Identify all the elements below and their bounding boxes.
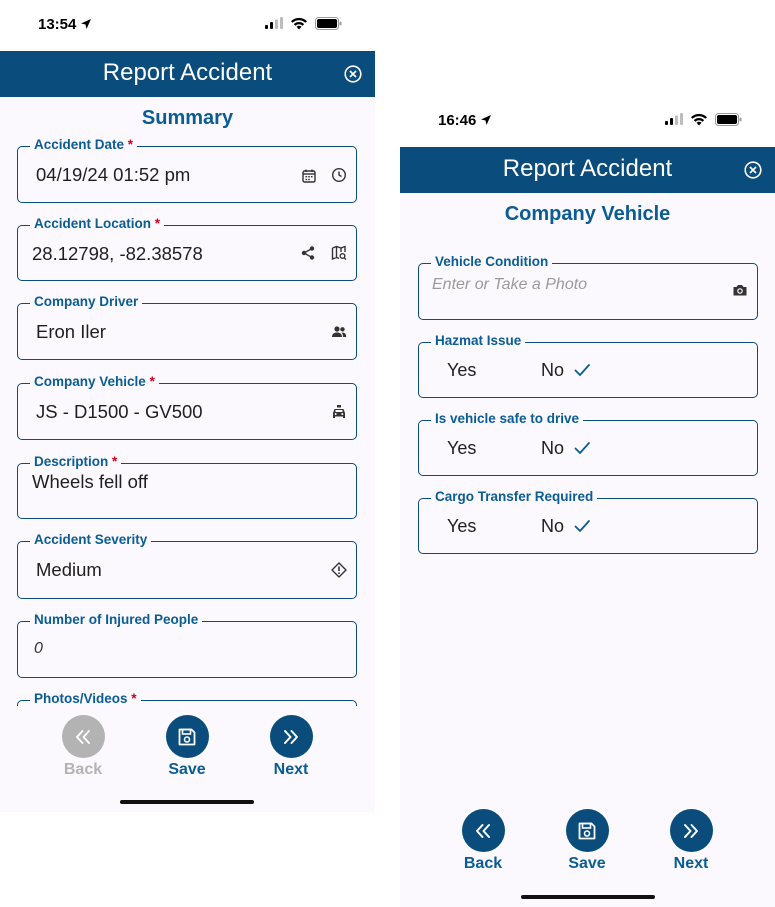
injured-people-label: Number of Injured People [30, 612, 203, 627]
description-field[interactable]: Description * Wheels fell off [17, 454, 357, 519]
back-button[interactable]: Back [48, 715, 118, 779]
company-vehicle-value: JS - D1500 - GV500 [36, 401, 203, 422]
hazmat-issue-label: Hazmat Issue [431, 333, 526, 348]
hazmat-no-option[interactable]: No [541, 360, 564, 381]
accident-location-value: 28.12798, -82.38578 [32, 243, 203, 264]
hazmat-issue-field: Hazmat Issue Yes No [418, 333, 758, 398]
safe-to-drive-field: Is vehicle safe to drive Yes No [418, 411, 758, 476]
safe-no-option[interactable]: No [541, 438, 564, 459]
battery-icon [715, 113, 742, 126]
app-header: Report Accident [400, 147, 775, 193]
warning-diamond-icon[interactable] [331, 562, 347, 578]
safe-to-drive-label: Is vehicle safe to drive [431, 411, 584, 426]
people-icon[interactable] [331, 324, 347, 340]
safe-yes-option[interactable]: Yes [447, 438, 476, 459]
accident-date-label: Accident Date * [30, 137, 138, 152]
back-button[interactable]: Back [448, 809, 518, 873]
next-label: Next [273, 761, 309, 778]
section-title: Summary [141, 107, 234, 129]
hazmat-yes-option[interactable]: Yes [447, 360, 476, 381]
accident-date-value: 04/19/24 01:52 pm [36, 164, 191, 185]
checkmark-icon [574, 364, 590, 376]
next-circle [269, 715, 313, 758]
save-button[interactable]: Save [552, 809, 622, 873]
vehicle-condition-field[interactable]: Vehicle Condition Enter or Take a Photo [418, 254, 758, 320]
company-vehicle-screen: 16:46 Report Accident Company Vehicle Ve… [400, 96, 775, 907]
status-bar: 16:46 [400, 96, 775, 147]
summary-screen: 13:54 Report Accident Summary Accident D… [0, 0, 375, 812]
injured-people-value: 0 [34, 640, 43, 657]
cellular-signal-icon [665, 113, 683, 125]
wifi-icon [691, 113, 707, 126]
back-circle [61, 715, 105, 758]
calendar-icon[interactable] [301, 168, 317, 184]
description-value: Wheels fell off [32, 471, 148, 492]
next-circle [669, 809, 713, 852]
status-time: 16:46 [438, 112, 492, 129]
vehicle-condition-placeholder: Enter or Take a Photo [432, 276, 588, 293]
injured-people-field[interactable]: Number of Injured People 0 [17, 612, 357, 678]
next-label: Next [673, 855, 709, 872]
status-time: 13:54 [38, 16, 92, 33]
cellular-signal-icon [265, 17, 283, 29]
save-circle [565, 809, 609, 852]
home-indicator[interactable] [120, 800, 254, 804]
accident-severity-field[interactable]: Accident Severity Medium [17, 532, 357, 599]
photos-videos-field[interactable]: Photos/Videos * [17, 691, 357, 706]
checkmark-icon [574, 520, 590, 532]
double-chevron-right-icon [684, 823, 698, 838]
save-label: Save [168, 761, 206, 778]
location-arrow-icon [81, 19, 92, 29]
car-icon[interactable] [331, 404, 347, 420]
next-button[interactable]: Next [256, 715, 326, 779]
cargo-no-option[interactable]: No [541, 516, 564, 537]
accident-severity-value: Medium [36, 559, 102, 580]
close-circle-icon[interactable] [344, 65, 362, 83]
photos-videos-label: Photos/Videos * [30, 691, 141, 706]
vehicle-condition-label: Vehicle Condition [431, 254, 553, 269]
double-chevron-left-icon [476, 823, 490, 838]
accident-location-field[interactable]: Accident Location * 28.12798, -82.38578 [17, 216, 357, 281]
floppy-disk-icon [578, 822, 596, 839]
company-vehicle-field[interactable]: Company Vehicle * JS - D1500 - GV500 [17, 374, 357, 440]
accident-severity-label: Accident Severity [30, 532, 152, 547]
save-circle [165, 715, 209, 758]
cargo-transfer-label: Cargo Transfer Required [431, 489, 598, 504]
company-vehicle-label: Company Vehicle * [30, 374, 159, 389]
save-button[interactable]: Save [152, 715, 222, 779]
save-label: Save [568, 855, 606, 872]
map-search-icon[interactable] [331, 245, 347, 261]
status-bar: 13:54 [0, 0, 375, 51]
description-label: Description * [30, 454, 122, 469]
share-icon[interactable] [300, 245, 316, 261]
camera-icon[interactable] [732, 282, 748, 298]
app-header: Report Accident [0, 51, 375, 97]
double-chevron-left-icon [76, 729, 90, 744]
accident-location-label: Accident Location * [30, 216, 165, 231]
company-driver-field[interactable]: Company Driver Eron Iler [17, 294, 357, 360]
company-driver-value: Eron Iler [36, 321, 106, 342]
cargo-transfer-field: Cargo Transfer Required Yes No [418, 489, 758, 554]
battery-icon [315, 17, 342, 30]
close-circle-icon[interactable] [744, 161, 762, 179]
clock-icon[interactable] [331, 167, 347, 183]
section-title: Company Vehicle [504, 203, 671, 225]
page-title: Report Accident [502, 155, 673, 182]
wifi-icon [291, 17, 307, 30]
location-arrow-icon [481, 115, 492, 125]
home-indicator[interactable] [521, 895, 655, 899]
back-circle [461, 809, 505, 852]
page-title: Report Accident [102, 59, 273, 86]
next-button[interactable]: Next [656, 809, 726, 873]
back-label: Back [463, 855, 503, 872]
cargo-yes-option[interactable]: Yes [447, 516, 476, 537]
floppy-disk-icon [178, 728, 196, 745]
accident-date-field[interactable]: Accident Date * 04/19/24 01:52 pm [17, 137, 357, 203]
photos-videos-clip: Photos/Videos * [0, 690, 375, 706]
checkmark-icon [574, 442, 590, 454]
double-chevron-right-icon [284, 729, 298, 744]
back-label: Back [63, 761, 103, 778]
company-driver-label: Company Driver [30, 294, 143, 309]
